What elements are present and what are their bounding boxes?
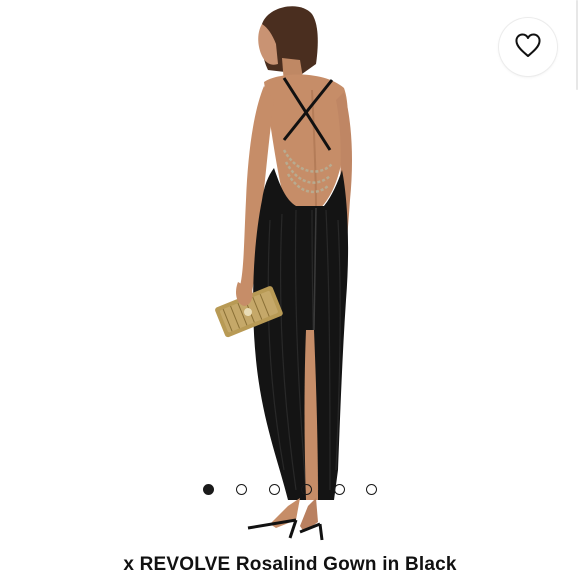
product-photo[interactable] bbox=[0, 0, 580, 545]
product-title: x REVOLVE Rosalind Gown in Black bbox=[123, 554, 457, 575]
carousel-dot-6[interactable] bbox=[366, 484, 377, 495]
carousel-indicator bbox=[200, 484, 380, 496]
scrollbar-track[interactable] bbox=[576, 0, 578, 90]
carousel-dot-3[interactable] bbox=[269, 484, 280, 495]
carousel-dot-2[interactable] bbox=[236, 484, 247, 495]
model-gown-image bbox=[215, 6, 352, 541]
carousel-dot-4[interactable] bbox=[301, 484, 312, 495]
heart-outline-icon bbox=[514, 32, 542, 63]
favorite-button[interactable] bbox=[499, 18, 557, 76]
product-listing-view: x REVOLVE Rosalind Gown in Black bbox=[0, 0, 580, 580]
carousel-dot-5[interactable] bbox=[334, 484, 345, 495]
carousel-dot-1[interactable] bbox=[203, 484, 214, 495]
